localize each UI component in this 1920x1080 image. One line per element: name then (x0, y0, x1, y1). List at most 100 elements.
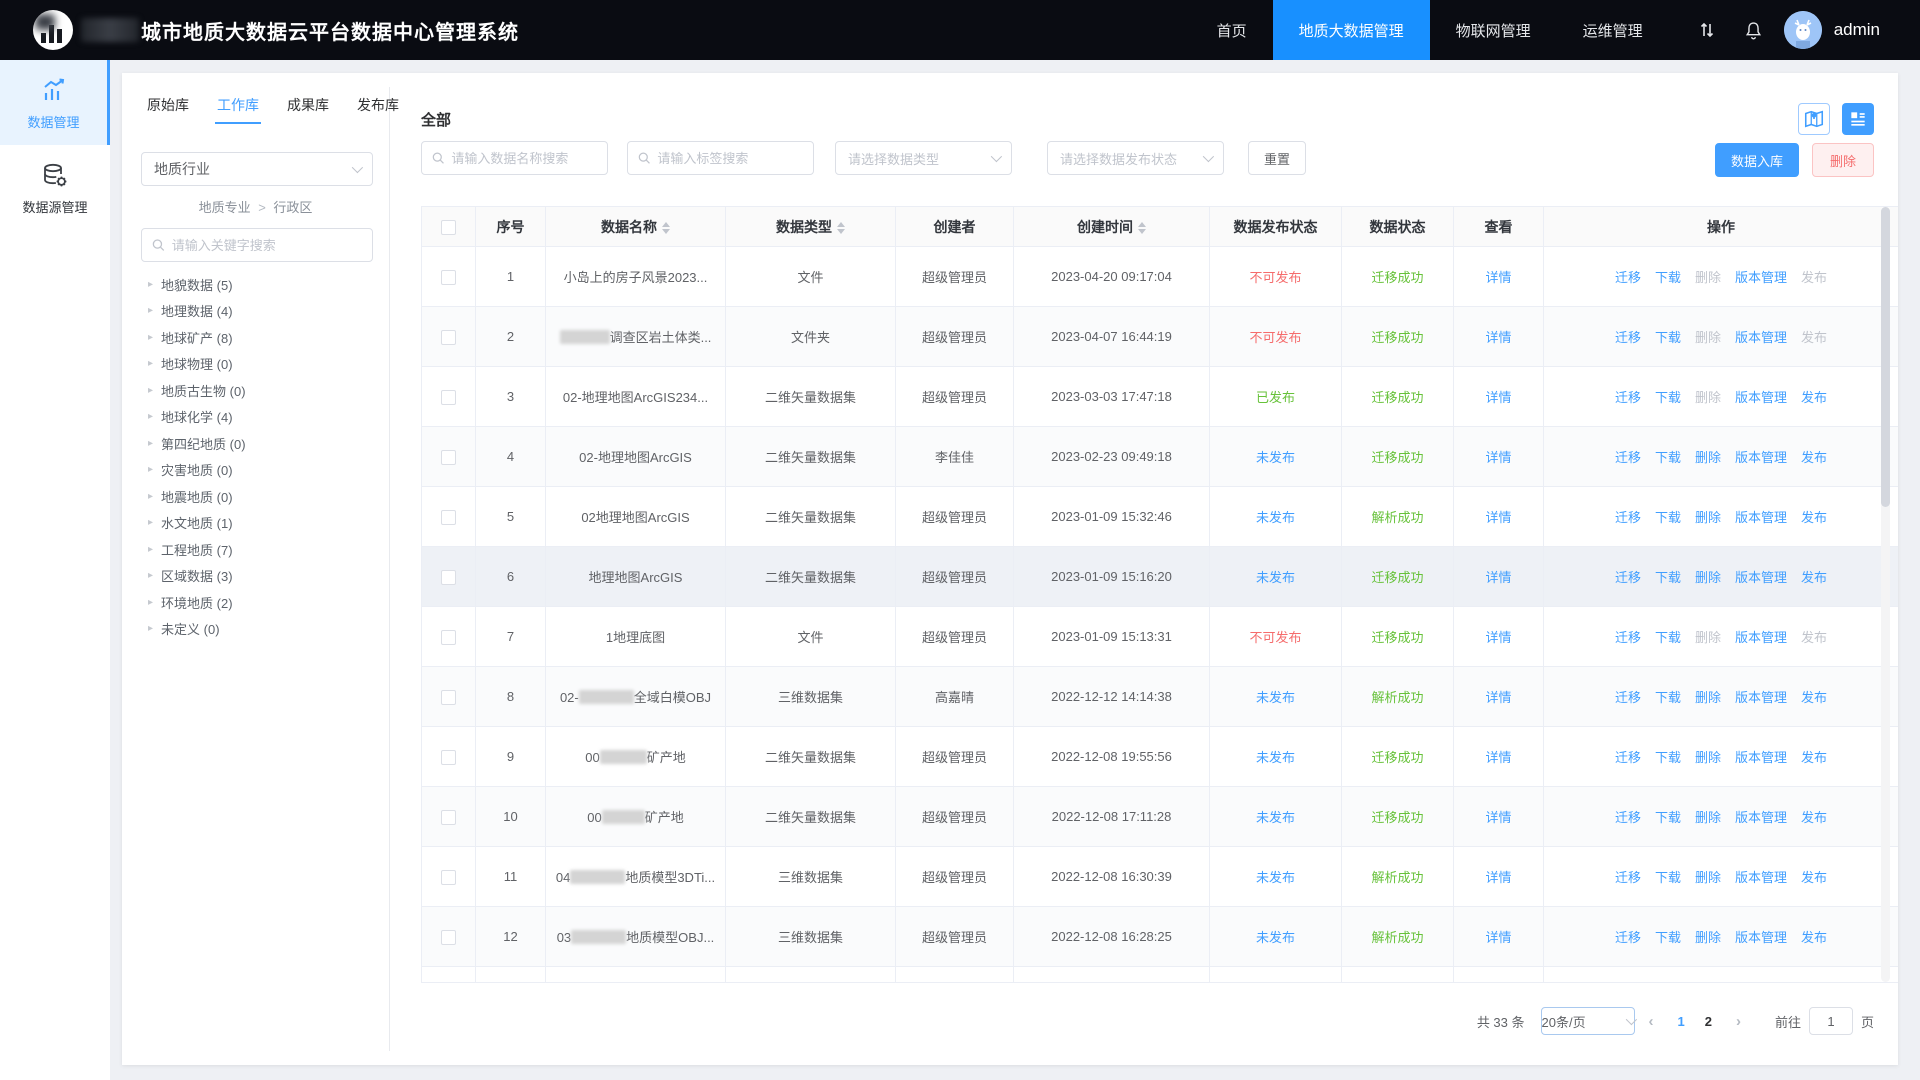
op-version-link[interactable]: 版本管理 (1735, 747, 1787, 766)
caret-right-icon[interactable]: ▸ (148, 544, 153, 555)
caret-right-icon[interactable]: ▸ (148, 597, 153, 608)
scrollbar-thumb[interactable] (1881, 207, 1890, 507)
op-migrate-link[interactable]: 迁移 (1615, 627, 1641, 646)
breadcrumb-item[interactable]: 行政区 (273, 200, 312, 215)
op-version-link[interactable]: 版本管理 (1735, 687, 1787, 706)
op-version-link[interactable]: 版本管理 (1735, 807, 1787, 826)
op-version-link[interactable]: 版本管理 (1735, 387, 1787, 406)
op-download-link[interactable]: 下载 (1655, 507, 1681, 526)
op-publish-link[interactable]: 发布 (1801, 747, 1827, 766)
op-version-link[interactable]: 版本管理 (1735, 267, 1787, 286)
op-migrate-link[interactable]: 迁移 (1615, 927, 1641, 946)
nav-item[interactable]: 首页 (1191, 0, 1273, 60)
detail-link[interactable]: 详情 (1485, 390, 1511, 405)
tree-node[interactable]: ▸环境地质 (2) (148, 589, 379, 616)
library-tab[interactable]: 工作库 (217, 95, 259, 124)
column-header[interactable]: 创建时间 (1014, 207, 1210, 247)
tree-node[interactable]: ▸工程地质 (7) (148, 536, 379, 563)
op-version-link[interactable]: 版本管理 (1735, 567, 1787, 586)
goto-page-input[interactable] (1809, 1007, 1853, 1035)
op-migrate-link[interactable]: 迁移 (1615, 507, 1641, 526)
row-checkbox[interactable] (441, 810, 456, 825)
caret-right-icon[interactable]: ▸ (148, 332, 153, 343)
caret-right-icon[interactable]: ▸ (148, 358, 153, 369)
caret-right-icon[interactable]: ▸ (148, 464, 153, 475)
caret-right-icon[interactable]: ▸ (148, 385, 153, 396)
row-checkbox[interactable] (441, 870, 456, 885)
op-download-link[interactable]: 下载 (1655, 747, 1681, 766)
op-migrate-link[interactable]: 迁移 (1615, 687, 1641, 706)
op-delete-link[interactable]: 删除 (1695, 507, 1721, 526)
sort-arrows-icon[interactable] (1697, 20, 1717, 40)
tree-node[interactable]: ▸地球化学 (4) (148, 404, 379, 431)
page-number[interactable]: 2 (1705, 1014, 1712, 1029)
tree-node[interactable]: ▸第四纪地质 (0) (148, 430, 379, 457)
row-checkbox[interactable] (441, 570, 456, 585)
data-type-select[interactable]: 请选择数据类型 (835, 141, 1012, 175)
page-number[interactable]: 1 (1678, 1014, 1685, 1029)
detail-link[interactable]: 详情 (1485, 690, 1511, 705)
table-scrollbar[interactable] (1881, 207, 1890, 982)
library-tab[interactable]: 原始库 (147, 95, 189, 124)
row-checkbox[interactable] (441, 390, 456, 405)
op-migrate-link[interactable]: 迁移 (1615, 807, 1641, 826)
nav-item[interactable]: 运维管理 (1557, 0, 1669, 60)
nav-item[interactable]: 地质大数据管理 (1273, 0, 1430, 60)
sidebar-item-data-management[interactable]: 数据管理 (0, 60, 110, 145)
op-publish-link[interactable]: 发布 (1801, 507, 1827, 526)
row-checkbox[interactable] (441, 750, 456, 765)
tag-search-input[interactable] (657, 151, 803, 166)
library-tab[interactable]: 成果库 (287, 95, 329, 124)
next-page-button[interactable]: › (1736, 1013, 1741, 1030)
op-publish-link[interactable]: 发布 (1801, 447, 1827, 466)
tree-node[interactable]: ▸灾害地质 (0) (148, 457, 379, 484)
row-checkbox[interactable] (441, 930, 456, 945)
op-migrate-link[interactable]: 迁移 (1615, 267, 1641, 286)
caret-right-icon[interactable]: ▸ (148, 411, 153, 422)
industry-select[interactable]: 地质行业 (141, 152, 373, 186)
op-download-link[interactable]: 下载 (1655, 927, 1681, 946)
row-checkbox[interactable] (441, 330, 456, 345)
detail-link[interactable]: 详情 (1485, 630, 1511, 645)
detail-link[interactable]: 详情 (1485, 270, 1511, 285)
op-publish-link[interactable]: 发布 (1801, 927, 1827, 946)
breadcrumb-item[interactable]: 地质专业 (199, 200, 251, 215)
op-download-link[interactable]: 下载 (1655, 867, 1681, 886)
op-download-link[interactable]: 下载 (1655, 267, 1681, 286)
caret-right-icon[interactable]: ▸ (148, 279, 153, 290)
sort-arrows-icon[interactable] (837, 222, 845, 234)
sort-arrows-icon[interactable] (662, 222, 670, 234)
row-checkbox[interactable] (441, 450, 456, 465)
caret-right-icon[interactable]: ▸ (148, 623, 153, 634)
column-header[interactable]: 数据名称 (546, 207, 726, 247)
op-publish-link[interactable]: 发布 (1801, 387, 1827, 406)
op-delete-link[interactable]: 删除 (1695, 747, 1721, 766)
caret-right-icon[interactable]: ▸ (148, 517, 153, 528)
map-view-toggle[interactable] (1798, 103, 1830, 135)
prev-page-button[interactable]: ‹ (1649, 1013, 1654, 1030)
op-delete-link[interactable]: 删除 (1695, 447, 1721, 466)
publish-status-select[interactable]: 请选择数据发布状态 (1047, 141, 1224, 175)
detail-link[interactable]: 详情 (1485, 510, 1511, 525)
tree-node[interactable]: ▸区域数据 (3) (148, 563, 379, 590)
delete-button[interactable]: 删除 (1812, 143, 1874, 177)
tree-node[interactable]: ▸地球矿产 (8) (148, 324, 379, 351)
sort-arrows-icon[interactable] (1138, 222, 1146, 234)
tree-node[interactable]: ▸地理数据 (4) (148, 298, 379, 325)
detail-link[interactable]: 详情 (1485, 870, 1511, 885)
detail-link[interactable]: 详情 (1485, 570, 1511, 585)
op-migrate-link[interactable]: 迁移 (1615, 447, 1641, 466)
op-publish-link[interactable]: 发布 (1801, 687, 1827, 706)
tree-node[interactable]: ▸未定义 (0) (148, 616, 379, 643)
tree-search-input[interactable] (172, 238, 362, 253)
op-publish-link[interactable]: 发布 (1801, 807, 1827, 826)
row-checkbox[interactable] (441, 690, 456, 705)
op-download-link[interactable]: 下载 (1655, 387, 1681, 406)
op-delete-link[interactable]: 删除 (1695, 807, 1721, 826)
op-delete-link[interactable]: 删除 (1695, 567, 1721, 586)
detail-link[interactable]: 详情 (1485, 750, 1511, 765)
tree-node[interactable]: ▸水文地质 (1) (148, 510, 379, 537)
op-version-link[interactable]: 版本管理 (1735, 927, 1787, 946)
detail-link[interactable]: 详情 (1485, 450, 1511, 465)
op-delete-link[interactable]: 删除 (1695, 927, 1721, 946)
